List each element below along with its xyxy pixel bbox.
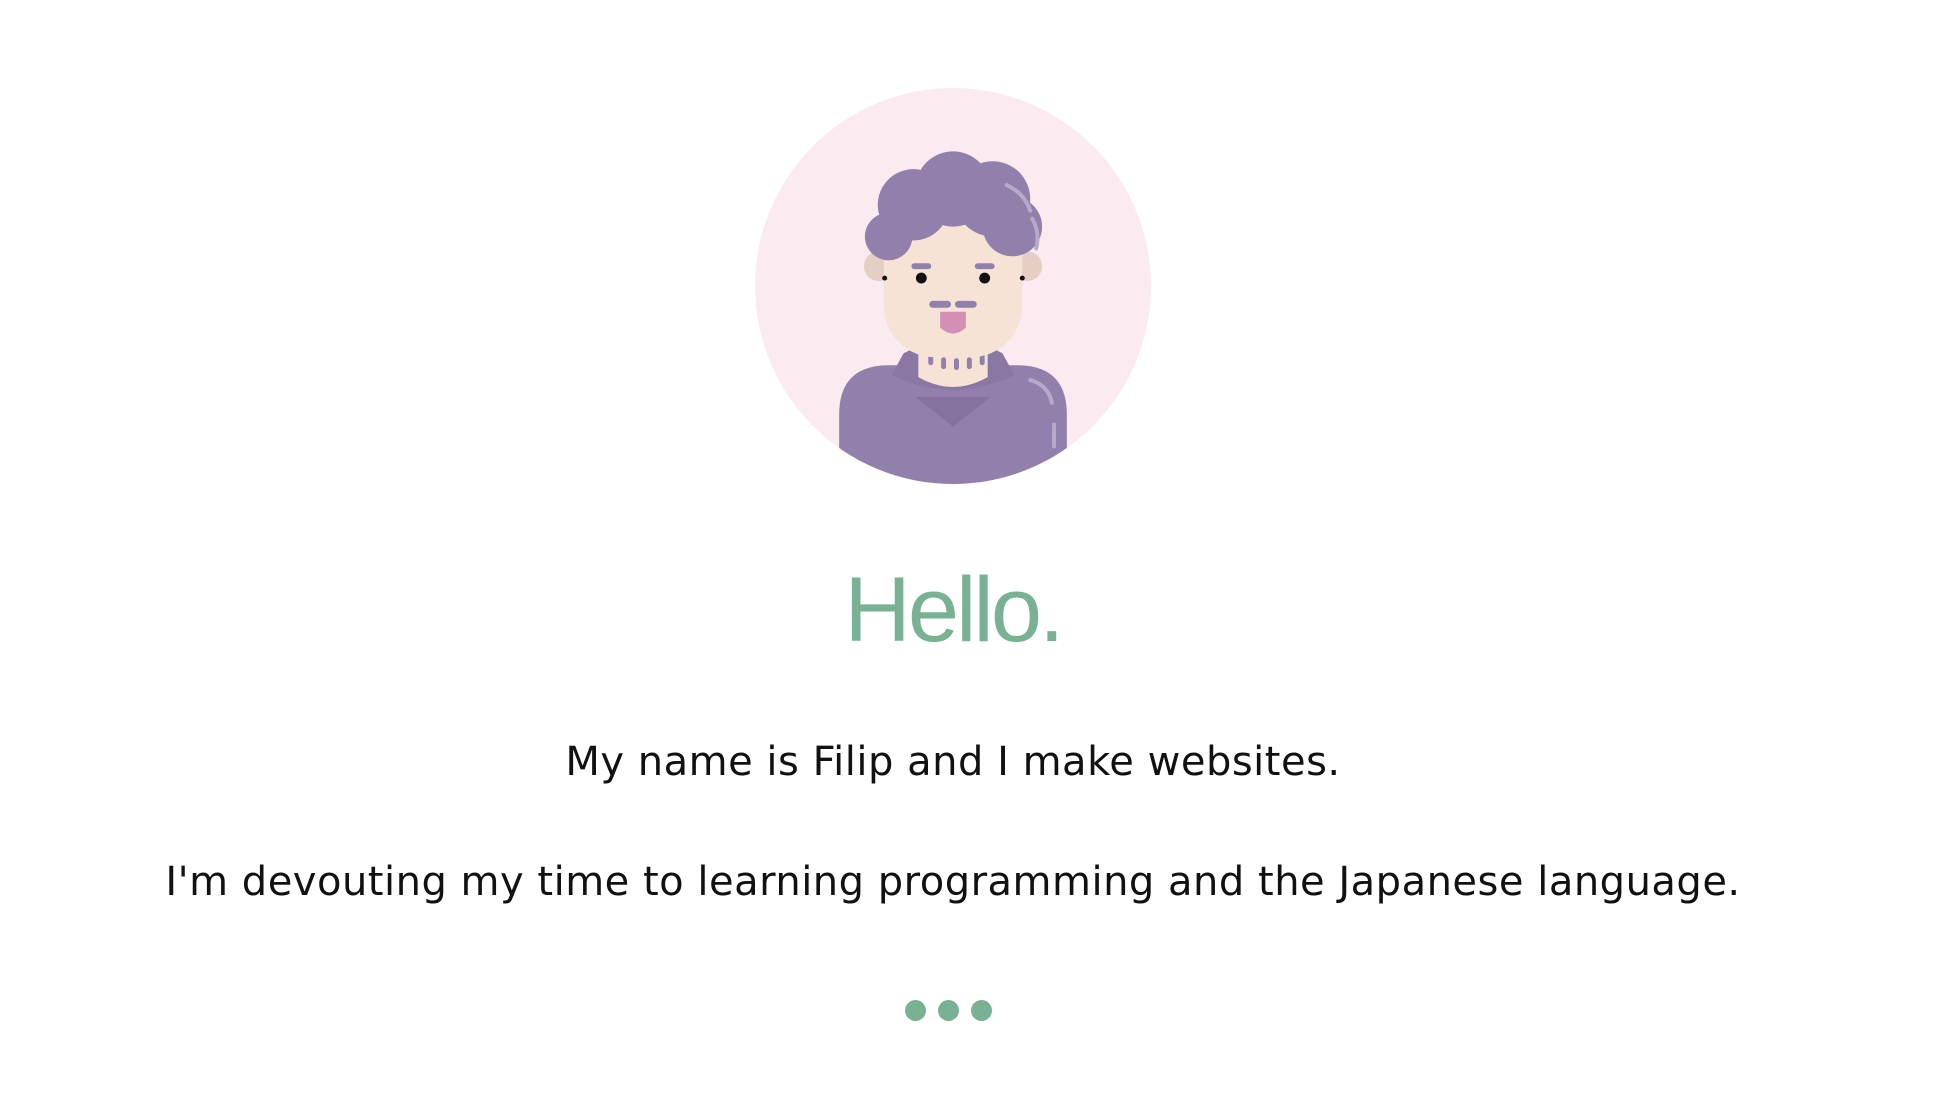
dot [938, 1000, 959, 1021]
intro-line-interests: I'm devouting my time to learning progra… [165, 859, 1741, 905]
dot [971, 1000, 992, 1021]
avatar [755, 88, 1151, 484]
intro-line-name: My name is Filip and I make websites. [565, 739, 1341, 785]
cartoon-avatar-icon [755, 88, 1151, 484]
greeting-heading: Hello. [844, 559, 1064, 661]
ellipsis-dots-icon[interactable] [905, 1000, 1001, 1028]
page: Hello. My name is Filip and I make websi… [0, 0, 1950, 1110]
dot [905, 1000, 926, 1021]
